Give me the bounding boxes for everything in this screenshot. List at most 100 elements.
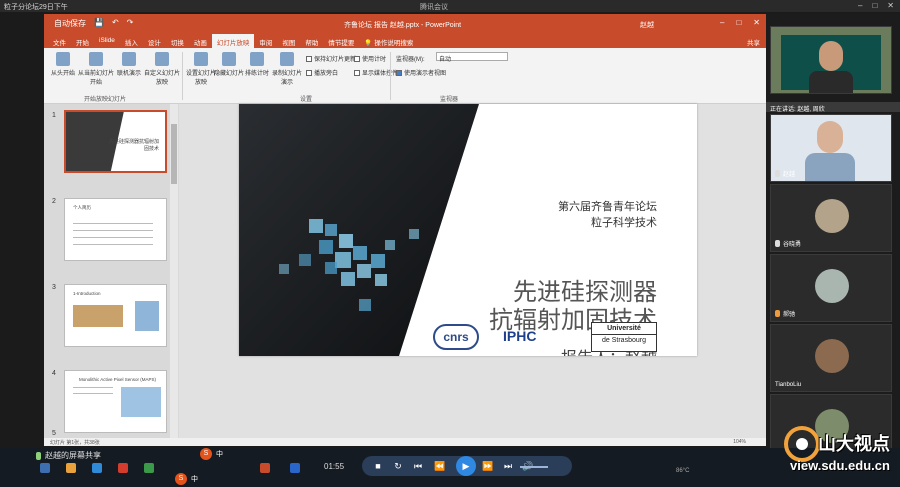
share-button[interactable]: 共享 [747,37,760,47]
thumb-text-line [73,237,153,238]
ime-toolbar[interactable]: S 中 [200,448,223,460]
mic-icon [36,451,41,460]
word-taskbar-icon[interactable] [290,463,300,473]
participant-name: TianboLiu [775,382,802,388]
ime-mode[interactable]: 中 [191,474,198,484]
slide-thumbnail-2[interactable]: 个人简历 [64,198,167,261]
next-icon[interactable]: ⏭ [502,460,514,472]
from-start-button[interactable]: 从头开始 [48,52,78,77]
tab-slideshow[interactable]: 幻灯片放映 [211,34,255,48]
avatar [815,199,849,233]
monitor-select[interactable]: 自动 [436,52,508,63]
keep-updated-checkbox[interactable]: 保持幻灯片更新 [306,54,356,63]
save-icon[interactable]: 💾 [94,18,104,29]
online-present-label: 联机演示 [116,71,141,77]
record-show-label: 录制幻灯片演示 [271,71,302,86]
speaking-indicator: 正在讲话: 赵越, 周欣 [766,102,900,113]
loop-icon[interactable]: ↻ [392,460,404,472]
taskbar-app-icon[interactable] [66,463,76,473]
speaker-face [819,41,843,71]
hide-slide-icon [222,52,236,66]
ppt-close-icon[interactable]: ✕ [753,18,760,27]
use-timings-checkbox[interactable]: 使用计时 [354,54,386,63]
cpu-temperature: 86°C [676,468,690,474]
custom-show-label: 自定义幻灯片放映 [144,71,181,86]
tab-view[interactable]: 视图 [277,34,300,48]
custom-show-button[interactable]: 自定义幻灯片放映 [144,52,180,86]
online-present-button[interactable]: 联机演示 [114,52,144,77]
taskbar-app-icon[interactable] [118,463,128,473]
tab-review[interactable]: 审阅 [254,34,277,48]
setup-show-icon [194,52,208,66]
participant-tile[interactable]: TianboLiu [770,324,892,392]
participant-face [817,121,843,153]
current-slide[interactable]: 第六届齐鲁青年论坛 粒子科学技术 先进硅探测器 抗辐射加固技术 报告人：赵越 [239,104,697,356]
tab-design[interactable]: 设计 [143,34,166,48]
tab-insert[interactable]: 插入 [120,34,143,48]
ppt-window-controls: – □ ✕ [720,18,760,27]
thumb-text-line [73,230,153,231]
tab-storyboard[interactable]: 情节提要 [323,34,359,48]
slide-thumbnail-4[interactable]: Monolithic Active Pixel Sensor (MAPS) [64,370,167,433]
fast-forward-icon[interactable]: ⏩ [482,460,494,472]
slide-thumbnail-1[interactable]: 先进硅探测器抗辐射加固技术 [64,110,167,173]
tab-file[interactable]: 文件 [48,34,71,48]
hide-slide-button[interactable]: 隐藏幻灯片 [214,52,244,77]
show-media-checkbox[interactable]: 显示媒体控件 [354,68,398,77]
participant-tile[interactable]: 谷晓勇 [770,184,892,252]
from-start-label: 从头开始 [50,71,75,77]
taskbar-app-icon[interactable] [144,463,154,473]
autosave-label[interactable]: 自动保存 [54,18,86,29]
tab-transitions[interactable]: 切换 [166,34,189,48]
undo-icon[interactable]: ↶ [112,18,119,29]
tab-help[interactable]: 帮助 [300,34,323,48]
signed-in-user[interactable]: 赵越 [640,20,654,30]
redo-icon[interactable]: ↷ [127,18,134,29]
taskbar-app-icon[interactable] [40,463,50,473]
taskbar-app-icon[interactable] [92,463,102,473]
stop-icon[interactable]: ■ [372,460,384,472]
minimize-icon[interactable]: – [858,1,862,10]
ppt-minimize-icon[interactable]: – [720,18,724,27]
presenter-view-checkbox[interactable]: 使用演示者视图 [396,68,446,77]
record-icon [280,52,294,66]
rehearse-button[interactable]: 排练计时 [242,52,272,77]
participant-tile-speaker[interactable] [770,26,892,94]
tab-home[interactable]: 开始 [71,34,94,48]
record-show-button[interactable]: 录制幻灯片演示 [270,52,304,86]
play-narrations-checkbox[interactable]: 播放旁白 [306,68,338,77]
volume-slider[interactable] [520,466,548,468]
sogou-icon[interactable]: S [200,448,212,460]
from-current-button[interactable]: 从当前幻灯片开始 [78,52,114,86]
iphc-logo: IPHC [503,328,537,344]
participant-tile[interactable]: 郝驰 [770,254,892,322]
slide-thumbnail-3[interactable]: 1-Introduction [64,284,167,347]
monitor-label: 监视器(M): [396,57,425,63]
tab-animations[interactable]: 动画 [189,34,212,48]
prev-icon[interactable]: ⏮ [412,460,424,472]
slide-thumbnail-pane: 1 先进硅探测器抗辐射加固技术 2 个人简历 3 1-Introduction … [44,104,179,438]
maximize-icon[interactable]: □ [872,1,877,10]
ime-mode[interactable]: 中 [216,449,223,459]
watermark-title: 山大视点 [818,434,890,454]
powerpoint-taskbar-icon[interactable] [260,463,270,473]
rewind-icon[interactable]: ⏪ [434,460,446,472]
tab-islide[interactable]: iSlide [94,34,120,48]
share-owner: 赵越的屏幕共享 [45,451,101,460]
screen-share-label: 赵越的屏幕共享 [36,450,101,461]
scrollbar-thumb[interactable] [171,124,177,184]
thumb-scrollbar[interactable] [170,104,178,438]
play-button[interactable]: ▶ [456,456,476,476]
ribbon-separator [182,52,183,100]
participant-tile-zhaoyue[interactable]: 赵越 [770,114,892,182]
close-icon[interactable]: ✕ [887,1,894,10]
unistra-line1: Université [592,323,656,335]
thumb-number: 1 [52,112,56,119]
sogou-icon[interactable]: S [175,473,187,485]
setup-show-button[interactable]: 设置幻灯片放映 [186,52,216,86]
ime-toolbar-2[interactable]: S 中 [175,473,198,485]
zoom-level[interactable]: 104% [733,439,746,445]
ppt-restore-icon[interactable]: □ [736,18,741,27]
tell-me-search[interactable]: 💡 操作说明搜索 [359,34,418,48]
thumb-number: 3 [52,284,56,291]
